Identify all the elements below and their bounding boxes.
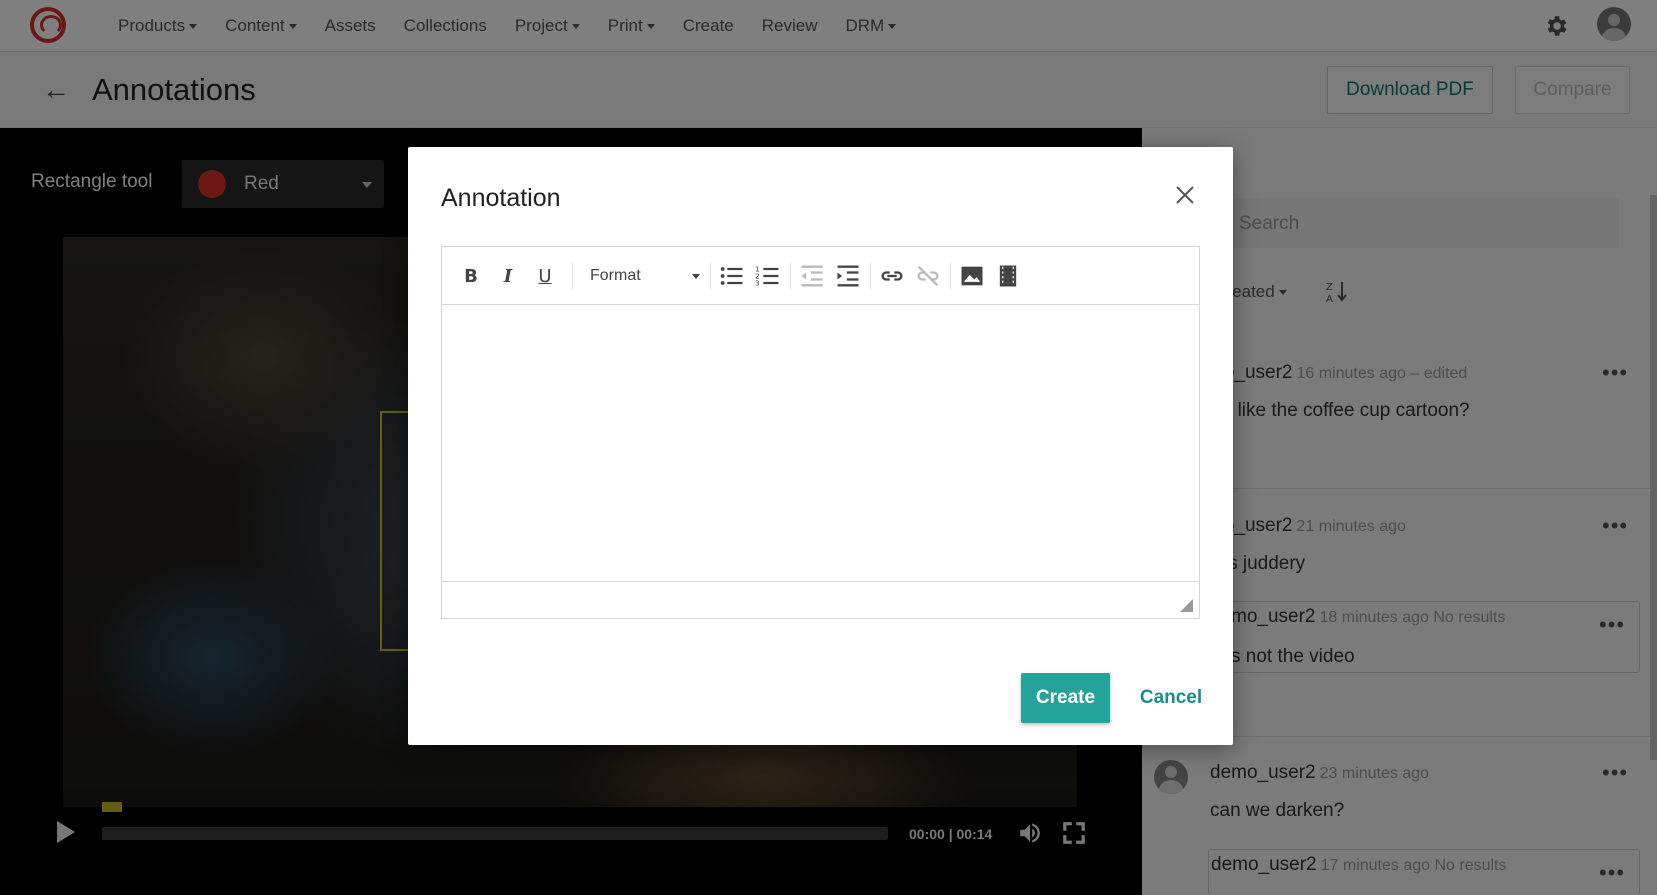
- annotation-dialog: Annotation B I U Format 1 2 3 Create Can…: [408, 147, 1233, 745]
- close-icon[interactable]: [1173, 183, 1197, 207]
- italic-icon[interactable]: I: [494, 262, 522, 290]
- toolbar-divider: [790, 263, 791, 289]
- svg-text:3: 3: [755, 279, 759, 287]
- toolbar-divider: [710, 263, 711, 289]
- unlink-icon[interactable]: [914, 262, 942, 290]
- format-dropdown[interactable]: Format: [590, 263, 700, 289]
- toolbar-divider: [950, 263, 951, 289]
- cancel-button[interactable]: Cancel: [1126, 673, 1216, 723]
- editor-toolbar: B I U Format 1 2 3: [442, 247, 1199, 305]
- create-button[interactable]: Create: [1021, 673, 1110, 723]
- dialog-title: Annotation: [441, 184, 561, 212]
- editor-text-area[interactable]: [442, 305, 1199, 581]
- underline-icon[interactable]: U: [531, 262, 559, 290]
- bulleted-list-icon[interactable]: [718, 262, 746, 290]
- rich-text-editor: B I U Format 1 2 3: [441, 246, 1200, 619]
- resize-handle-icon[interactable]: [1180, 599, 1193, 612]
- toolbar-divider: [870, 263, 871, 289]
- editor-footer: [442, 581, 1199, 618]
- link-icon[interactable]: [878, 262, 906, 290]
- outdent-icon[interactable]: [798, 262, 826, 290]
- indent-icon[interactable]: [834, 262, 862, 290]
- bold-icon[interactable]: B: [457, 262, 485, 290]
- video-icon[interactable]: [994, 262, 1022, 290]
- caret-down-icon: [692, 274, 700, 279]
- numbered-list-icon[interactable]: 1 2 3: [754, 262, 782, 290]
- image-icon[interactable]: [958, 262, 986, 290]
- toolbar-divider: [572, 263, 573, 289]
